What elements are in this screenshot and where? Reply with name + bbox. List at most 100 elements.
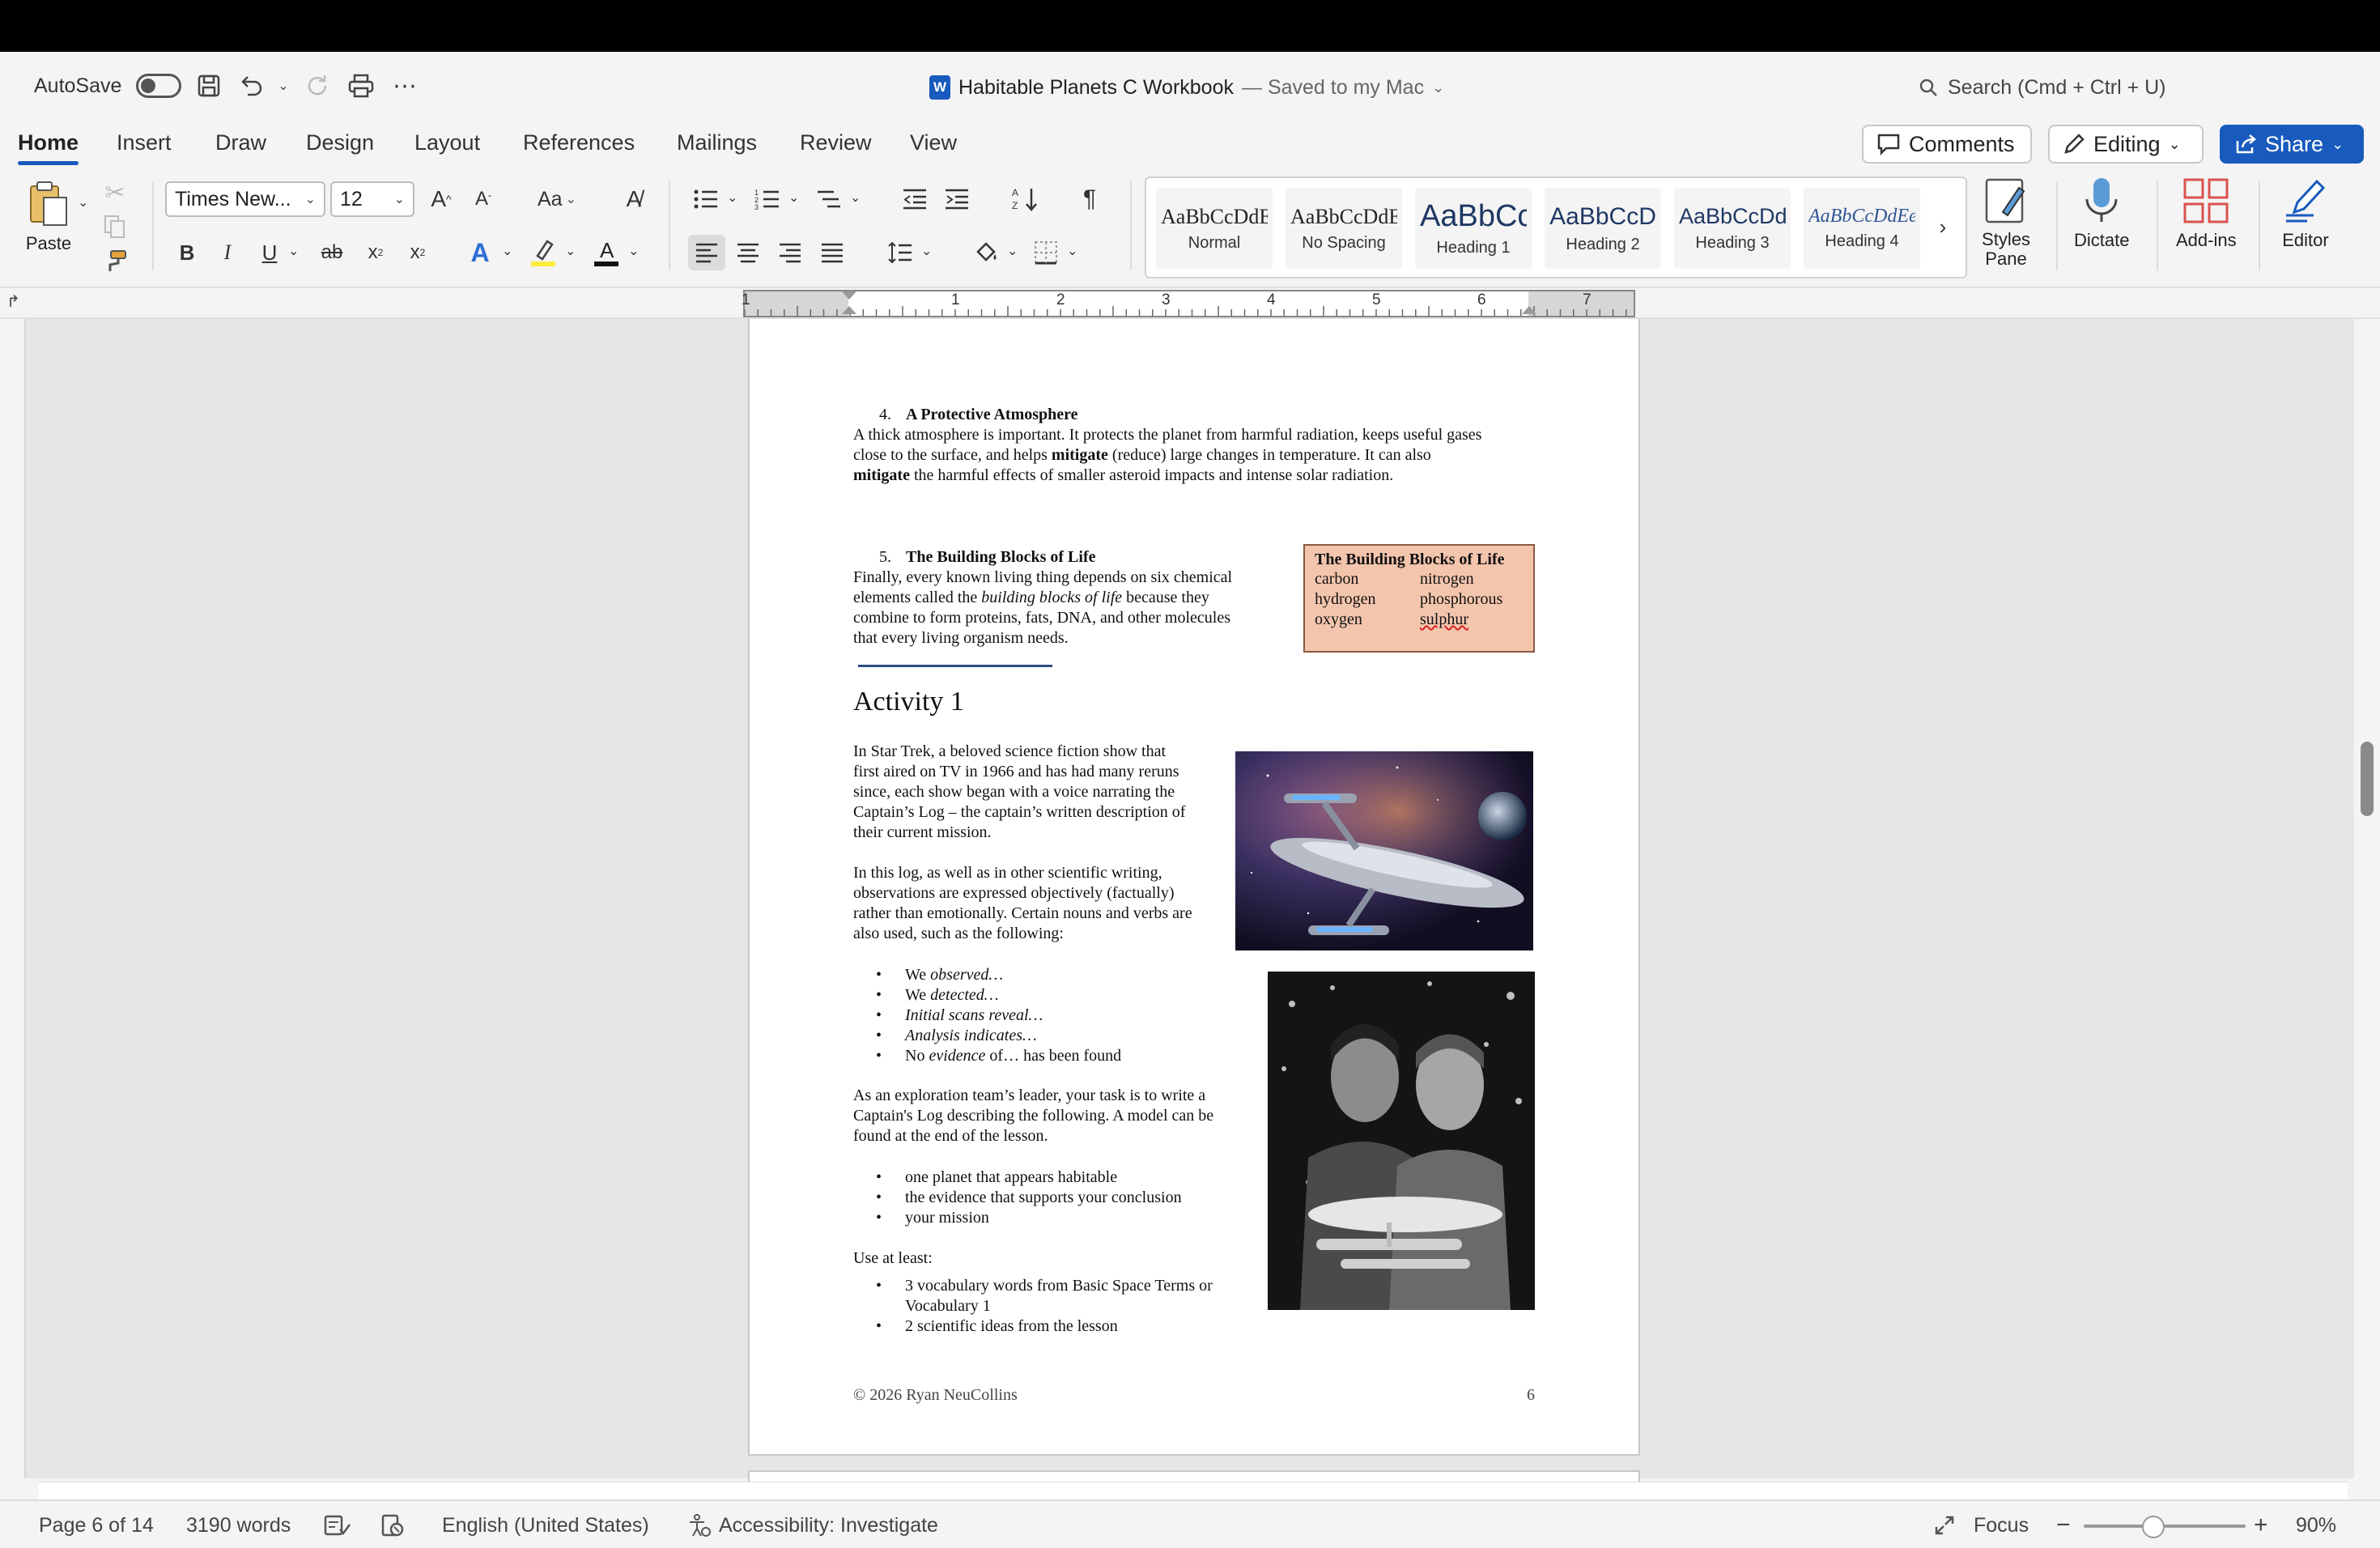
- print-icon[interactable]: [345, 70, 377, 102]
- focus-mode-button[interactable]: Focus: [1933, 1512, 2029, 1538]
- scrollbar-thumb[interactable]: [2361, 742, 2374, 816]
- superscript-icon[interactable]: x2: [402, 236, 434, 269]
- share-button[interactable]: Share ⌄: [2220, 125, 2364, 164]
- zoom-slider-track[interactable]: [2084, 1525, 2246, 1528]
- proofing-icon[interactable]: [324, 1512, 351, 1538]
- autosave-control[interactable]: AutoSave: [34, 70, 182, 102]
- tab-layout[interactable]: Layout: [414, 126, 480, 159]
- sort-icon[interactable]: AZ: [1009, 183, 1041, 215]
- style-heading-4[interactable]: AaBbCcDdEe Heading 4: [1804, 188, 1920, 269]
- zoom-slider-knob[interactable]: [2142, 1516, 2165, 1538]
- body-text: A thick atmosphere is important. It prot…: [853, 426, 1482, 444]
- font-size-dropdown[interactable]: 12 ⌄: [330, 181, 414, 217]
- horizontal-scrollbar[interactable]: [39, 1482, 2348, 1499]
- cut-icon: ✂: [104, 179, 125, 206]
- justify-icon[interactable]: [816, 236, 848, 269]
- paste-button[interactable]: Paste: [24, 180, 73, 254]
- bullets-icon[interactable]: [690, 183, 722, 215]
- borders-icon[interactable]: [1030, 236, 1062, 269]
- search-box[interactable]: Search (Cmd + Ctrl + U): [1919, 71, 2166, 104]
- zoom-out-icon[interactable]: −: [2056, 1512, 2071, 1538]
- document-title[interactable]: W Habitable Planets C Workbook — Saved t…: [929, 71, 1444, 104]
- increase-indent-icon[interactable]: [941, 183, 973, 215]
- more-icon[interactable]: ⋯: [389, 70, 421, 102]
- highlight-icon[interactable]: [526, 236, 560, 269]
- language-status[interactable]: English (United States): [442, 1512, 649, 1538]
- tab-mailings[interactable]: Mailings: [677, 126, 757, 159]
- style-heading-2[interactable]: AaBbCcD Heading 2: [1545, 188, 1661, 269]
- tab-view[interactable]: View: [910, 126, 957, 159]
- multilevel-chevron-icon[interactable]: ⌄: [850, 189, 861, 206]
- page-count[interactable]: Page 6 of 14: [39, 1512, 154, 1538]
- editing-mode-button[interactable]: Editing ⌄: [2048, 125, 2204, 164]
- subscript-icon[interactable]: x2: [359, 236, 392, 269]
- clear-formatting-icon[interactable]: A̸: [617, 183, 651, 215]
- tab-references[interactable]: References: [523, 126, 635, 159]
- ribbon-tabs: Home Insert Draw Design Layout Reference…: [0, 120, 2380, 165]
- grow-font-icon[interactable]: A ^: [424, 183, 458, 215]
- font-color-icon[interactable]: A: [589, 236, 623, 269]
- decrease-indent-icon[interactable]: [899, 183, 931, 215]
- align-left-icon[interactable]: [688, 235, 725, 270]
- word-count[interactable]: 3190 words: [186, 1512, 291, 1538]
- multilevel-list-icon[interactable]: [813, 183, 845, 215]
- font-name-dropdown[interactable]: Times New... ⌄: [165, 181, 325, 217]
- shrink-font-icon[interactable]: Aˇ: [466, 183, 500, 215]
- show-formatting-marks-icon[interactable]: ¶: [1073, 183, 1106, 215]
- font-color-chevron-icon[interactable]: ⌄: [628, 243, 639, 259]
- undo-icon[interactable]: [235, 70, 267, 102]
- format-painter-icon[interactable]: [99, 245, 131, 277]
- accessibility-status[interactable]: Accessibility: Investigate: [686, 1512, 938, 1538]
- numbering-icon[interactable]: 123: [751, 183, 784, 215]
- paste-options-chevron-icon[interactable]: ⌄: [78, 194, 88, 211]
- autosave-toggle[interactable]: [136, 74, 182, 98]
- style-heading-3[interactable]: AaBbCcDd Heading 3: [1674, 188, 1791, 269]
- comments-button[interactable]: Comments: [1862, 125, 2032, 164]
- highlight-chevron-icon[interactable]: ⌄: [565, 243, 576, 259]
- vertical-scrollbar[interactable]: [2354, 319, 2380, 1478]
- tab-home[interactable]: Home: [18, 126, 79, 165]
- italic-icon[interactable]: I: [212, 236, 243, 269]
- tab-review[interactable]: Review: [800, 126, 872, 159]
- zoom-in-icon[interactable]: +: [2254, 1512, 2268, 1538]
- tab-insert[interactable]: Insert: [117, 126, 172, 159]
- style-heading-1[interactable]: AaBbCc Heading 1: [1415, 188, 1532, 269]
- text-effects-chevron-icon[interactable]: ⌄: [502, 243, 512, 259]
- underline-icon[interactable]: U: [254, 236, 285, 269]
- align-right-icon[interactable]: [774, 236, 806, 269]
- style-normal[interactable]: AaBbCcDdE Normal: [1156, 188, 1273, 269]
- underline-options-chevron-icon[interactable]: ⌄: [288, 243, 299, 259]
- shading-chevron-icon[interactable]: ⌄: [1007, 243, 1018, 259]
- save-icon[interactable]: [193, 70, 225, 102]
- line-spacing-icon[interactable]: [884, 236, 916, 269]
- numbering-chevron-icon[interactable]: ⌄: [788, 189, 799, 206]
- change-case-button[interactable]: Aa ⌄: [531, 183, 583, 215]
- tab-selector-icon[interactable]: ↱: [6, 291, 20, 312]
- dictate-button[interactable]: Dictate: [2074, 176, 2129, 251]
- line-spacing-chevron-icon[interactable]: ⌄: [921, 243, 932, 259]
- chevron-right-icon[interactable]: ›: [1927, 211, 1959, 243]
- track-changes-icon[interactable]: [380, 1512, 405, 1538]
- bold-icon[interactable]: B: [172, 236, 202, 269]
- align-center-icon[interactable]: [732, 236, 764, 269]
- shading-icon[interactable]: [970, 236, 1002, 269]
- building-blocks-textbox[interactable]: The Building Blocks of Life carbon nitro…: [1303, 544, 1535, 653]
- right-indent-marker[interactable]: [1522, 306, 1536, 314]
- styles-pane-button[interactable]: Styles Pane: [1982, 176, 2030, 269]
- editor-button[interactable]: Editor: [2281, 176, 2330, 251]
- zoom-level[interactable]: 90%: [2296, 1512, 2336, 1538]
- first-line-indent-marker[interactable]: [842, 291, 856, 300]
- starship-nebula-image[interactable]: [1235, 751, 1533, 950]
- text-effects-icon[interactable]: A: [463, 236, 497, 269]
- hanging-indent-marker[interactable]: [842, 306, 856, 314]
- addins-button[interactable]: Add-ins: [2176, 176, 2237, 251]
- undo-dropdown-icon[interactable]: ⌄: [267, 70, 300, 102]
- tab-design[interactable]: Design: [306, 126, 374, 159]
- horizontal-ruler[interactable]: 1 1 2 3 4 5 6 7: [742, 290, 1635, 317]
- tab-draw[interactable]: Draw: [215, 126, 266, 159]
- bullets-chevron-icon[interactable]: ⌄: [727, 189, 737, 206]
- borders-chevron-icon[interactable]: ⌄: [1067, 243, 1077, 259]
- style-no-spacing[interactable]: AaBbCcDdE No Spacing: [1286, 188, 1402, 269]
- strikethrough-icon[interactable]: ab: [316, 236, 348, 269]
- star-trek-crew-photo[interactable]: [1268, 972, 1535, 1310]
